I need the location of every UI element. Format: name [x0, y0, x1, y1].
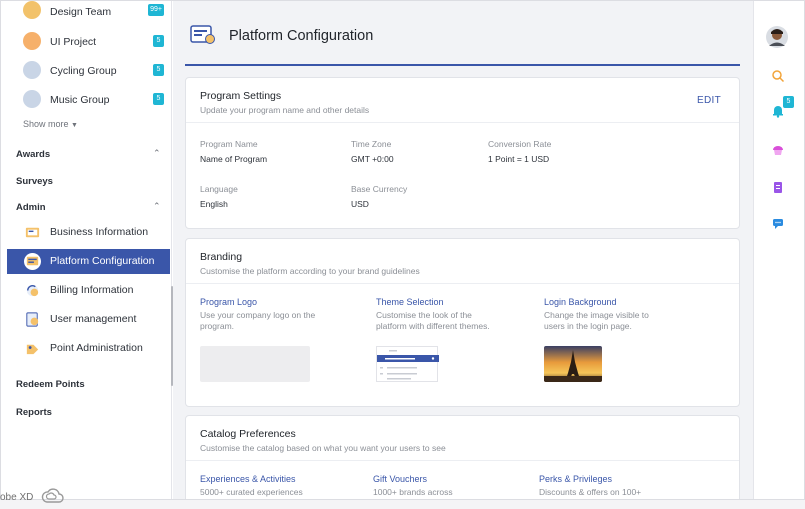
theme-selection-desc: Customise the look of the platform with … — [376, 310, 490, 331]
login-background-link[interactable]: Login Background — [544, 297, 617, 307]
logo-placeholder[interactable] — [200, 346, 310, 382]
page-title: Platform Configuration — [229, 28, 374, 44]
chevron-up-icon[interactable]: ⌃ — [153, 148, 161, 159]
time-zone-value: GMT +0:00 — [351, 154, 394, 164]
creative-cloud-icon — [41, 488, 64, 503]
gift-vouchers-link[interactable]: Gift Vouchers — [373, 474, 427, 484]
notification-badge: 5 — [783, 96, 794, 108]
group-label: Music Group — [50, 94, 110, 106]
login-background-desc: Change the image visible to users in the… — [544, 310, 649, 331]
card-subtitle: Update your program name and other detai… — [200, 105, 370, 115]
field-label: Program Name — [200, 139, 258, 149]
eiffel-tower-image — [544, 346, 602, 382]
sidebar-item-label: Billing Information — [50, 284, 134, 296]
show-more-link[interactable]: Show more ▼ — [23, 119, 78, 129]
group-label: Design Team — [50, 6, 112, 18]
sidebar-item-user-management[interactable]: User management — [7, 307, 170, 332]
group-badge: 5 — [153, 64, 164, 76]
group-label: UI Project — [50, 36, 97, 48]
section-awards[interactable]: Awards — [16, 149, 50, 160]
theme-preview-graphic — [377, 350, 439, 380]
app-window: Design Team 99+ UI Project 5 Cycling Gro… — [0, 0, 805, 500]
experiences-link[interactable]: Experiences & Activities — [200, 474, 296, 484]
card-header: Catalog Preferences Customise the catalo… — [186, 416, 739, 461]
platform-config-icon — [24, 253, 41, 270]
search-icon[interactable] — [771, 69, 785, 83]
perks-desc: Discounts & offers on 100+ — [539, 487, 642, 497]
sidebar-item-platform-configuration[interactable]: Platform Configuration — [7, 249, 170, 274]
cupcake-icon[interactable] — [771, 143, 785, 157]
catalog-preferences-card: Catalog Preferences Customise the catalo… — [185, 415, 740, 499]
show-more-label: Show more — [23, 119, 69, 129]
sidebar-item-billing-information[interactable]: Billing Information — [7, 278, 170, 303]
program-logo-link[interactable]: Program Logo — [200, 297, 257, 307]
group-avatar-icon — [23, 1, 41, 19]
main-content: Platform Configuration Program Settings … — [173, 1, 753, 499]
sidebar-item-label: Business Information — [50, 226, 149, 238]
platform-config-icon — [190, 25, 215, 44]
base-currency-value: USD — [351, 199, 369, 209]
field-label: Base Currency — [351, 184, 408, 194]
card-title: Branding — [200, 251, 243, 263]
caret-down-icon: ▼ — [71, 122, 78, 129]
card-title: Catalog Preferences — [200, 428, 296, 440]
user-avatar[interactable] — [766, 26, 788, 48]
group-badge: 5 — [153, 35, 164, 47]
section-admin[interactable]: Admin — [16, 202, 46, 213]
card-subtitle: Customise the platform according to your… — [200, 266, 420, 276]
sidebar: Design Team 99+ UI Project 5 Cycling Gro… — [1, 1, 172, 499]
sidebar-group-design-team[interactable]: Design Team 99+ — [1, 1, 171, 26]
group-badge: 99+ — [148, 4, 164, 16]
sidebar-item-label: Platform Configuration — [50, 255, 155, 267]
login-background-thumbnail[interactable] — [544, 346, 602, 382]
theme-preview[interactable] — [376, 346, 439, 382]
page-header: Platform Configuration — [173, 1, 753, 66]
field-label: Time Zone — [351, 139, 392, 149]
card-title: Program Settings — [200, 90, 282, 102]
conversion-rate-value: 1 Point = 1 USD — [488, 154, 550, 164]
section-reports[interactable]: Reports — [16, 407, 52, 418]
user-management-icon — [26, 312, 39, 327]
group-avatar-icon — [23, 61, 41, 79]
xd-watermark-label: obe XD — [0, 492, 34, 503]
billing-icon — [26, 284, 39, 297]
section-surveys[interactable]: Surveys — [16, 176, 53, 187]
field-label: Conversion Rate — [488, 139, 552, 149]
sidebar-item-label: Point Administration — [50, 342, 143, 354]
section-redeem-points[interactable]: Redeem Points — [16, 379, 85, 390]
sidebar-group-ui-project[interactable]: UI Project 5 — [1, 26, 171, 55]
business-info-icon — [25, 227, 40, 238]
group-badge: 5 — [153, 93, 164, 105]
clipboard-icon[interactable] — [771, 180, 785, 194]
program-logo-desc: Use your company logo on the program. — [200, 310, 316, 331]
group-avatar-icon — [23, 32, 41, 50]
sidebar-item-business-information[interactable]: Business Information — [7, 220, 170, 245]
sidebar-group-music[interactable]: Music Group 5 — [1, 84, 171, 113]
group-label: Cycling Group — [50, 65, 117, 77]
right-rail: 5 — [753, 1, 804, 499]
program-settings-card: Program Settings Update your program nam… — [185, 77, 740, 229]
perks-link[interactable]: Perks & Privileges — [539, 474, 612, 484]
header-divider — [185, 64, 740, 66]
card-header: Program Settings Update your program nam… — [186, 78, 739, 123]
sidebar-item-label: User management — [50, 313, 137, 325]
chat-icon[interactable] — [771, 216, 785, 230]
sidebar-group-cycling[interactable]: Cycling Group 5 — [1, 55, 171, 84]
theme-selection-link[interactable]: Theme Selection — [376, 297, 444, 307]
branding-card: Branding Customise the platform accordin… — [185, 238, 740, 407]
card-subtitle: Customise the catalog based on what you … — [200, 443, 446, 453]
edit-button[interactable]: EDIT — [697, 95, 721, 106]
group-avatar-icon — [23, 90, 41, 108]
program-name-value: Name of Program — [200, 154, 268, 164]
card-header: Branding Customise the platform accordin… — [186, 239, 739, 284]
sidebar-item-point-administration[interactable]: Point Administration — [7, 336, 170, 361]
field-label: Language — [200, 184, 238, 194]
chevron-up-icon[interactable]: ⌃ — [153, 201, 161, 212]
language-value: English — [200, 199, 228, 209]
gift-vouchers-desc: 1000+ brands across — [373, 487, 453, 497]
point-admin-icon — [26, 344, 39, 355]
experiences-desc: 5000+ curated experiences — [200, 487, 303, 497]
